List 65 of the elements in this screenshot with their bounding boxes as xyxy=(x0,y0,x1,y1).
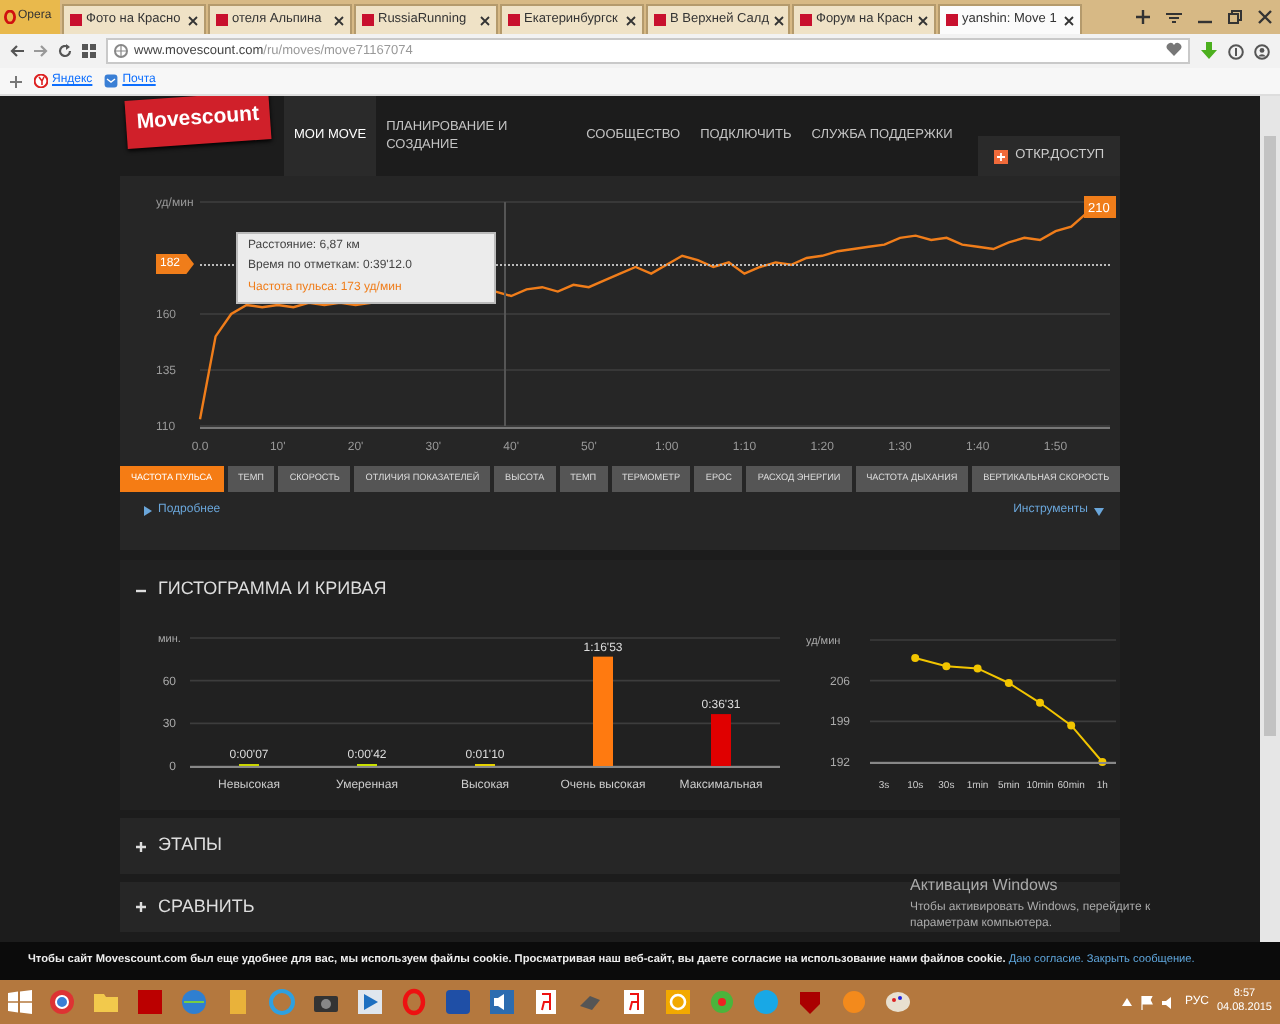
caret-icon xyxy=(1094,507,1104,515)
user-icon[interactable] xyxy=(1254,43,1270,59)
favicon-icon xyxy=(362,14,374,26)
data-point xyxy=(942,662,951,671)
plus-icon[interactable] xyxy=(1136,10,1150,24)
close-icon[interactable] xyxy=(188,15,198,25)
data-point xyxy=(1067,721,1076,730)
globe-icon xyxy=(114,44,128,58)
data-point xyxy=(911,654,920,662)
close-icon[interactable] xyxy=(626,15,636,25)
forward-icon[interactable] xyxy=(34,44,48,58)
grid-icon[interactable] xyxy=(82,44,96,58)
data-point xyxy=(973,664,982,673)
site-logo[interactable]: Movescount xyxy=(124,96,272,149)
triangle-right-icon xyxy=(144,506,152,516)
favicon-icon xyxy=(946,14,958,26)
close-icon[interactable] xyxy=(1064,15,1074,25)
envelope-icon xyxy=(104,74,119,88)
expand-icon[interactable] xyxy=(136,841,146,851)
section-title[interactable]: ЭТАПЫ xyxy=(158,832,223,860)
reload-icon[interactable] xyxy=(58,44,72,58)
data-point xyxy=(1036,698,1044,707)
section-title[interactable]: СРАВНИТЬ xyxy=(158,893,255,921)
letter-ya-icon[interactable] xyxy=(620,988,648,1016)
favicon-icon xyxy=(800,14,812,26)
restore-icon[interactable] xyxy=(1228,10,1242,24)
round-logo-icon xyxy=(34,74,48,88)
palette-icon[interactable] xyxy=(884,988,912,1016)
histogram-bar xyxy=(593,656,613,766)
close-icon[interactable] xyxy=(773,15,783,25)
scrollbar-thumb[interactable] xyxy=(1264,136,1276,736)
speaker-icon[interactable] xyxy=(1162,995,1177,1009)
close-icon[interactable] xyxy=(334,15,344,25)
favicon-icon xyxy=(654,14,666,26)
at-sign-icon[interactable] xyxy=(664,988,692,1016)
caret-up-icon[interactable] xyxy=(1122,998,1133,1006)
scrollbar[interactable] xyxy=(1260,96,1280,942)
close-icon[interactable] xyxy=(480,15,490,25)
plus-icon[interactable] xyxy=(10,75,22,87)
collapse-icon[interactable] xyxy=(136,585,146,595)
play-icon[interactable] xyxy=(356,988,384,1016)
download-icon[interactable] xyxy=(1200,42,1218,60)
share-icon xyxy=(993,149,1008,163)
round-app-icon[interactable] xyxy=(48,988,76,1016)
start-icon[interactable] xyxy=(8,990,32,1014)
close-icon[interactable] xyxy=(918,15,928,25)
histogram-bar xyxy=(711,714,731,766)
speaker-icon[interactable] xyxy=(488,988,516,1016)
section-title[interactable]: ГИСТОГРАММА И КРИВАЯ xyxy=(158,576,387,604)
back-icon[interactable] xyxy=(10,44,24,58)
favicon-icon xyxy=(216,14,228,26)
favicon-icon xyxy=(70,14,82,26)
tab-menu-icon[interactable] xyxy=(1166,11,1182,23)
letter-ya-icon[interactable] xyxy=(532,988,560,1016)
badge-icon[interactable] xyxy=(1228,43,1244,59)
ring-icon xyxy=(4,10,16,24)
flag-icon[interactable] xyxy=(1140,995,1155,1009)
data-point xyxy=(1004,679,1013,687)
data-point xyxy=(1098,758,1107,766)
notice-title: Активация Windows xyxy=(910,874,1060,899)
close-icon[interactable] xyxy=(1258,10,1272,24)
favicon-icon xyxy=(508,14,520,26)
expand-icon[interactable] xyxy=(136,902,146,912)
heart-icon[interactable] xyxy=(1166,42,1182,57)
folder-icon[interactable] xyxy=(92,988,120,1016)
